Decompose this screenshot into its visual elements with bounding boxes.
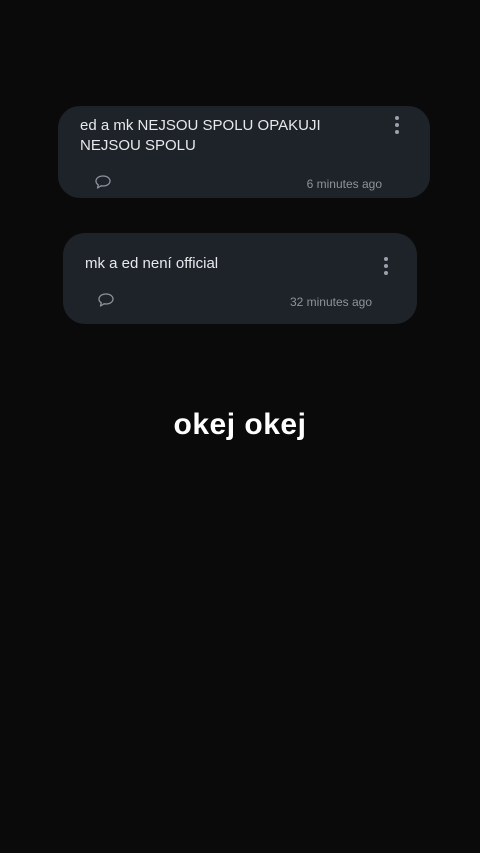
post-timestamp: 6 minutes ago — [306, 177, 382, 191]
post-text: ed a mk NEJSOU SPOLU OPAKUJI NEJSOU SPOL… — [80, 117, 321, 154]
post-card[interactable]: mk a ed není official 32 minutes ago — [63, 233, 417, 324]
post-text: mk a ed není official — [85, 255, 219, 272]
comment-bubble-icon[interactable] — [97, 292, 115, 308]
caption-text: okej okej — [173, 408, 307, 441]
more-vertical-icon[interactable] — [389, 116, 405, 134]
post-card[interactable]: ed a mk NEJSOU SPOLU OPAKUJI NEJSOU SPOL… — [58, 106, 430, 198]
post-timestamp: 32 minutes ago — [289, 295, 372, 309]
more-vertical-icon[interactable] — [378, 257, 394, 275]
comment-bubble-icon[interactable] — [94, 174, 112, 190]
